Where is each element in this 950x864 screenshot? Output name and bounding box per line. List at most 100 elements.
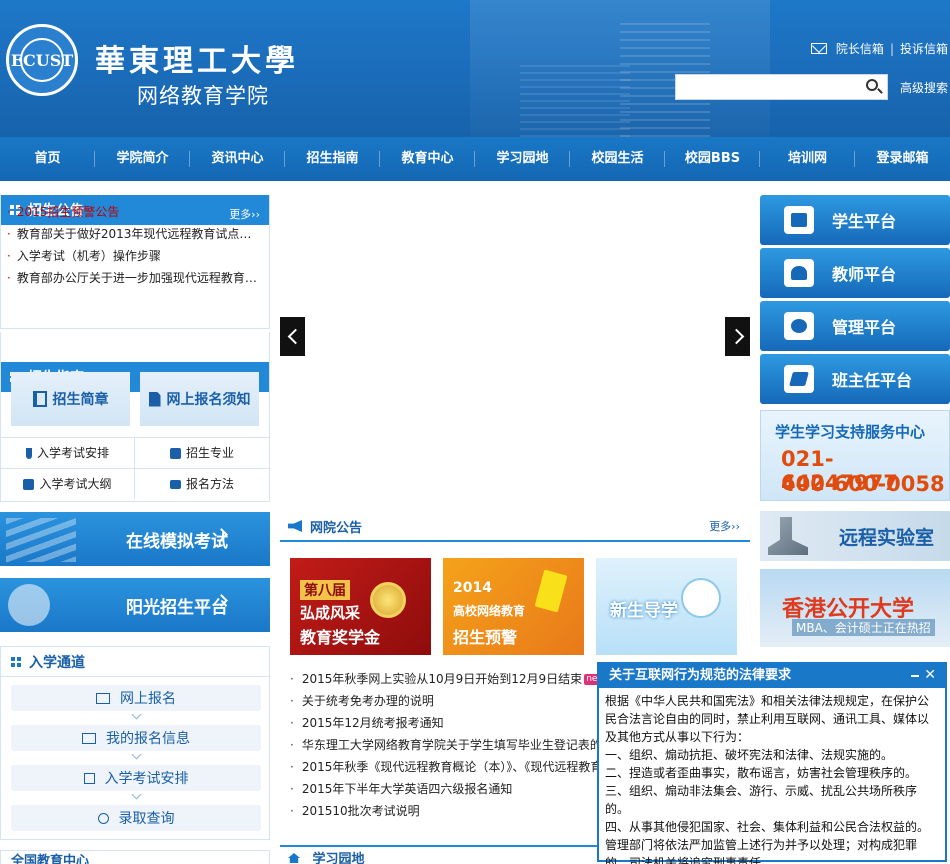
online-registration-label: 网上报名 [120, 691, 176, 707]
study-garden-title: 学习园地 [312, 852, 365, 864]
entrance-exam-schedule-label: 入学考试安排 [104, 771, 189, 787]
entry-channel-panel: 入学通道 网上报名 我的报名信息 入学考试安排 录取查询 [0, 646, 270, 840]
nav-education-center[interactable]: 教育中心 [380, 137, 475, 181]
promo-line: 招生预警 [453, 628, 518, 647]
college-news-more-link[interactable]: 更多›› [709, 518, 740, 534]
admin-platform-button[interactable]: 管理平台 [760, 301, 950, 351]
legal-notice-body: 根据《中华人民共和国宪法》和相关法律法规规定，在保护公民合法言论自由的同时，禁止… [599, 688, 945, 864]
university-seal-logo[interactable]: ECUST [6, 24, 78, 96]
college-news-title: 网院公告 [310, 520, 363, 536]
remote-lab-banner[interactable]: 远程实验室 [760, 511, 950, 561]
folder-icon [82, 732, 96, 744]
document-icon [23, 478, 35, 490]
list-item[interactable]: 2015年12月统考报考通知 [290, 712, 600, 734]
scholarship-promo[interactable]: 第八届 弘成风采 教育奖学金 [290, 558, 431, 655]
chevron-down-icon [131, 789, 142, 800]
medal-icon [370, 582, 406, 618]
nav-news[interactable]: 资讯中心 [190, 137, 285, 181]
mock-exam-label: 在线模拟考试 [126, 531, 228, 552]
minimize-icon[interactable] [911, 675, 919, 677]
laptop-icon [96, 692, 110, 704]
exam-schedule-link[interactable]: 入学考试安排 [1, 437, 135, 468]
support-center-banner[interactable]: 学生学习支持服务中心 021-64247977 400-600-0058 [760, 410, 950, 501]
legal-paragraph: 管理部门将依法严加监管上述行为并予以处理；对构成犯罪的，司法机关将追究刑事责任。 [605, 838, 918, 864]
advanced-search-link[interactable]: 高级搜索 [900, 79, 948, 96]
hk-open-university-subtitle: MBA、会计硕士正在热招 [792, 619, 935, 636]
slider-prev-button[interactable] [280, 317, 305, 356]
document-icon [148, 391, 161, 407]
student-platform-button[interactable]: 学生平台 [760, 195, 950, 245]
list-item[interactable]: 教育部关于做好2013年现代远程教育试点… [7, 223, 257, 245]
dean-mailbox-link[interactable]: 院长信箱 [836, 40, 884, 57]
nav-training[interactable]: 培训网 [760, 137, 855, 181]
freshman-guide-promo[interactable]: 新生导学 [596, 558, 737, 655]
mail-icon [810, 43, 827, 54]
exam-syllabus-link[interactable]: 入学考试大纲 [1, 468, 135, 499]
mock-exam-banner[interactable]: 在线模拟考试 [0, 512, 270, 566]
nav-bbs[interactable]: 校园BBS [665, 137, 760, 181]
nav-about[interactable]: 学院简介 [95, 137, 190, 181]
list-item[interactable]: 教育部办公厅关于进一步加强现代远程教育… [7, 267, 257, 289]
nav-home[interactable]: 首页 [0, 137, 95, 181]
search-input[interactable] [676, 75, 856, 99]
teacher-platform-button[interactable]: 教师平台 [760, 248, 950, 298]
exam-schedule-label: 入学考试安排 [36, 445, 109, 460]
admin-platform-label: 管理平台 [832, 318, 897, 337]
legal-notice-popup: 关于互联网行为规范的法律要求 ✕ 根据《中华人民共和国宪法》和相关法律法规规定，… [597, 662, 947, 864]
student-platform-label: 学生平台 [832, 212, 897, 231]
class-teacher-platform-button[interactable]: 班主任平台 [760, 354, 950, 404]
admission-warning-promo[interactable]: 2014 高校网络教育 招生预警 [443, 558, 584, 655]
online-registration-button[interactable]: 网上报名 [11, 685, 261, 711]
list-item[interactable]: 关于统考免考办理的说明 [290, 690, 600, 712]
nav-study-garden[interactable]: 学习园地 [475, 137, 570, 181]
online-registration-notice-button[interactable]: 网上报名须知 [140, 372, 259, 426]
entrance-exam-schedule-button[interactable]: 入学考试安排 [11, 765, 261, 791]
country-center-title: 全国教育中心 [0, 850, 270, 864]
exam-syllabus-label: 入学考试大纲 [39, 476, 112, 491]
list-item[interactable]: 入学考试（机考）操作步骤 [7, 245, 257, 267]
list-item[interactable]: 2015年下半年大学英语四六级报名通知 [290, 778, 600, 800]
chevron-down-icon [131, 749, 142, 760]
list-item[interactable]: 201510批次考试说明 [290, 800, 600, 822]
admission-brochure-button[interactable]: 招生简章 [11, 372, 130, 426]
book-icon [784, 206, 814, 234]
promo-line: 第八届 [300, 580, 350, 600]
calendar-icon [83, 772, 95, 784]
main-nav: 首页 学院简介 资讯中心 招生指南 教育中心 学习园地 校园生活 校园BBS 培… [0, 137, 950, 181]
registration-method-label: 报名方法 [185, 476, 234, 491]
list-item[interactable]: 华东理工大学网络教育学院关于学生填写毕业生登记表的通知 [290, 734, 600, 756]
majors-link[interactable]: 招生专业 [135, 437, 269, 468]
list-item[interactable]: 2015招生预警公告 [7, 201, 257, 223]
slider-next-button[interactable] [725, 317, 750, 356]
promo-line: 2014 [453, 580, 492, 596]
admission-query-button[interactable]: 录取查询 [11, 805, 261, 831]
top-links: 院长信箱 | 投诉信箱 [810, 40, 948, 57]
promo-line: 教育奖学金 [300, 628, 381, 647]
nav-campus-life[interactable]: 校园生活 [570, 137, 665, 181]
sunshine-admission-banner[interactable]: 阳光招生平台 [0, 578, 270, 632]
complaint-mailbox-link[interactable]: 投诉信箱 [900, 40, 948, 57]
header-building-bg [520, 60, 630, 137]
legal-notice-header: 关于互联网行为规范的法律要求 ✕ [599, 664, 945, 688]
nav-login-mail[interactable]: 登录邮箱 [855, 137, 950, 181]
list-item[interactable]: 2015年秋季网上实验从10月9日开始到12月9日结束new [290, 668, 600, 690]
admission-notice-panel: 2015招生预警公告 教育部关于做好2013年现代远程教育试点… 入学考试（机考… [0, 195, 270, 329]
nav-admission-guide[interactable]: 招生指南 [285, 137, 380, 181]
smiley-sun-icon [8, 584, 50, 626]
image-slider [280, 195, 750, 498]
admission-query-label: 录取查询 [118, 811, 175, 827]
legal-paragraph: 三、组织、煽动非法集会、游行、示威、扰乱公共场所秩序的。 [605, 784, 918, 816]
registration-method-link[interactable]: 报名方法 [135, 468, 269, 499]
my-registration-info-label: 我的报名信息 [106, 731, 190, 747]
admission-brochure-label: 招生简章 [52, 392, 109, 408]
my-registration-info-button[interactable]: 我的报名信息 [11, 725, 261, 751]
megaphone-icon [288, 520, 302, 532]
list-item[interactable]: 2015年秋季《现代远程教育概论（本）》、《现代远程教育概论（专）》 [290, 756, 600, 778]
edit-icon [784, 365, 814, 393]
hk-open-university-banner[interactable]: 香港公开大学 MBA、会计硕士正在热招 [760, 569, 950, 647]
gear-icon [784, 312, 814, 340]
search-button[interactable] [863, 77, 885, 97]
pencil-decoration [6, 518, 76, 562]
close-icon[interactable]: ✕ [924, 668, 936, 682]
sunshine-admission-label: 阳光招生平台 [126, 597, 228, 618]
